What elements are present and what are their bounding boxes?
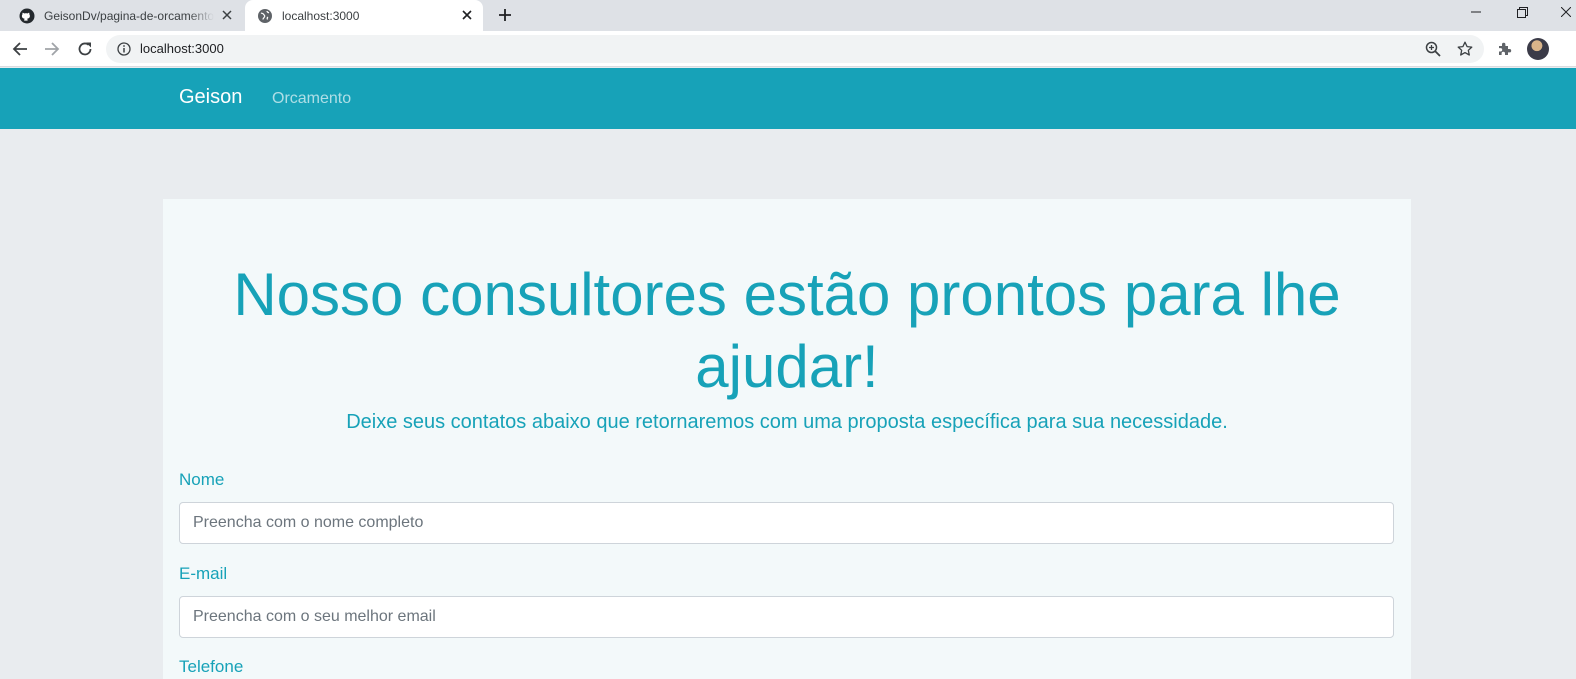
name-input[interactable] [179,502,1394,544]
github-icon [19,8,35,24]
page-title-line: Nosso consultores estão prontos para lhe [233,261,1341,328]
restore-icon[interactable] [1512,4,1532,20]
zoom-icon[interactable] [1424,40,1442,58]
site-navbar: Geison Orcamento [0,68,1576,129]
navbar-brand[interactable]: Geison [179,86,242,109]
back-arrow-icon[interactable] [10,39,30,59]
globe-icon [257,8,273,24]
hero-section: Nosso consultores estão prontos para lhe… [163,199,1411,679]
name-label: Nome [179,470,225,489]
address-url[interactable]: localhost:3000 [140,41,224,56]
address-bar[interactable]: localhost:3000 [106,35,1484,63]
info-icon[interactable] [116,41,132,57]
phone-label: Telefone [179,657,244,676]
email-label: E-mail [179,564,228,583]
browser-toolbar: localhost:3000 [0,31,1576,67]
forward-arrow-icon[interactable] [42,39,62,59]
nav-link-orcamento[interactable]: Orcamento [272,90,351,108]
lead-text: Deixe seus contatos abaixo que retornare… [346,411,1228,433]
star-icon[interactable] [1456,40,1474,58]
plus-icon[interactable] [496,6,514,24]
tab-title: localhost:3000 [282,8,360,23]
email-input[interactable] [179,596,1394,638]
puzzle-icon[interactable] [1495,39,1515,59]
tab-localhost[interactable]: localhost:3000 [245,0,483,31]
page-title: Nosso consultores estão prontos para lhe… [163,259,1411,403]
page-title-line: ajudar! [695,333,879,400]
window-close-icon[interactable] [1556,4,1576,20]
reload-icon[interactable] [75,39,95,59]
browser-tab-strip: GeisonDv/pagina-de-orcamento localhost:3… [0,0,1576,31]
tab-github[interactable]: GeisonDv/pagina-de-orcamento [0,0,243,31]
avatar[interactable] [1527,38,1549,60]
close-icon[interactable] [459,7,475,23]
minimize-icon[interactable] [1466,4,1486,20]
close-icon[interactable] [219,7,235,23]
tab-title: GeisonDv/pagina-de-orcamento [44,8,214,23]
